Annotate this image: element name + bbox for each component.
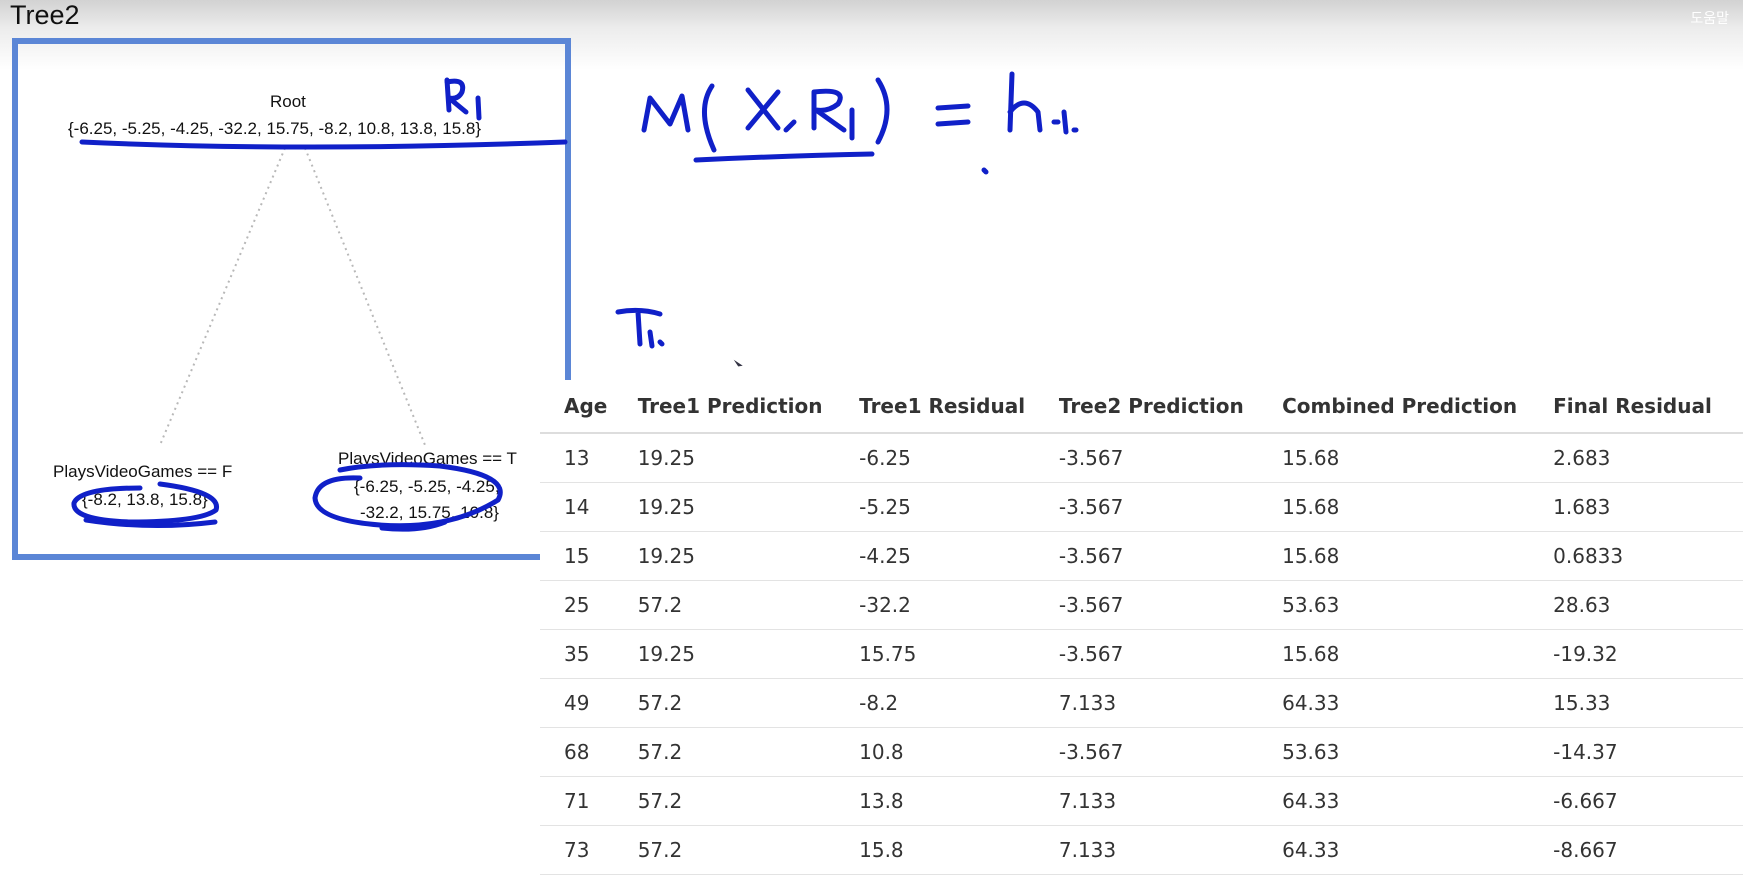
cell-tree2-prediction: -3.567 [1058,482,1283,532]
cell-tree1-prediction: 57.2 [637,727,860,777]
cell-final-residual: -19.32 [1553,629,1743,679]
header-age: Age [540,380,638,434]
cell-age: 68 [540,727,638,777]
header-combined-prediction: Combined Prediction [1282,380,1554,434]
cell-tree1-residual: -32.2 [859,580,1059,630]
table-row: 71 57.2 13.8 7.133 64.33 -6.667 [540,776,1743,826]
edge-left [159,147,286,446]
cell-tree1-residual: -5.25 [859,482,1059,532]
pen-cursor-icon [731,357,746,368]
cell-combined-prediction: 64.33 [1282,776,1554,826]
cell-final-residual: -14.37 [1553,727,1743,777]
cell-tree1-residual: -8.2 [859,678,1059,728]
cell-tree2-prediction: -3.567 [1058,433,1283,483]
formula-R [811,88,847,133]
ink-dot [981,167,989,175]
left-node-label: PlaysVideoGames == F [53,462,233,481]
cell-tree1-prediction: 19.25 [637,629,860,679]
cell-age: 71 [540,776,638,826]
cell-age: 49 [540,678,638,728]
formula-paren-close [875,77,890,145]
cell-tree1-residual: 15.8 [859,825,1059,875]
cell-tree2-prediction: -3.567 [1058,629,1283,679]
cell-age: 25 [540,580,638,630]
left-node-values: {-8.2, 13.8, 15.8} [82,490,208,509]
header-final-residual: Final Residual [1553,380,1743,434]
right-node-label: PlaysVideoGames == T [338,449,517,468]
formula-dot1 [1051,109,1079,135]
cell-tree1-prediction: 19.25 [637,531,860,581]
cell-tree2-prediction: -3.567 [1058,727,1283,777]
right-node-values-1: {-6.25, -5.25, -4.25, [354,477,500,496]
cell-final-residual: 15.33 [1553,678,1743,728]
cell-tree1-residual: 13.8 [859,776,1059,826]
cell-tree2-prediction: 7.133 [1058,678,1283,728]
cell-tree1-prediction: 57.2 [637,678,860,728]
cell-combined-prediction: 15.68 [1282,433,1554,483]
cell-tree2-prediction: 7.133 [1058,776,1283,826]
cell-age: 15 [540,531,638,581]
formula-h [1007,71,1043,133]
table-header-row: Age Tree1 Prediction Tree1 Residual Tree… [540,380,1743,434]
formula-paren-open [701,83,717,153]
table-row: 68 57.2 10.8 -3.567 53.63 -14.37 [540,727,1743,777]
header-tree1-residual: Tree1 Residual [859,380,1059,434]
cell-tree1-prediction: 57.2 [637,825,860,875]
formula-underline [693,151,875,163]
cell-tree1-residual: 15.75 [859,629,1059,679]
table-row: 73 57.2 15.8 7.133 64.33 -8.667 [540,825,1743,875]
right-node-values-2: -32.2, 15.75, 10.8} [360,503,499,522]
t1-T [615,307,663,347]
cell-combined-prediction: 64.33 [1282,825,1554,875]
table-row: 49 57.2 -8.2 7.133 64.33 15.33 [540,678,1743,728]
formula-M [641,93,691,133]
cell-combined-prediction: 64.33 [1282,678,1554,728]
formula-X [745,87,781,131]
cell-tree2-prediction: -3.567 [1058,531,1283,581]
cell-combined-prediction: 15.68 [1282,482,1554,532]
table-row: 15 19.25 -4.25 -3.567 15.68 0.6833 [540,531,1743,581]
table-row: 14 19.25 -5.25 -3.567 15.68 1.683 [540,482,1743,532]
cell-final-residual: 2.683 [1553,433,1743,483]
cell-final-residual: 1.683 [1553,482,1743,532]
cell-age: 35 [540,629,638,679]
cell-combined-prediction: 53.63 [1282,727,1554,777]
cell-combined-prediction: 53.63 [1282,580,1554,630]
cell-tree1-residual: -4.25 [859,531,1059,581]
cell-tree1-residual: -6.25 [859,433,1059,483]
table-row: 25 57.2 -32.2 -3.567 53.63 28.63 [540,580,1743,630]
cell-age: 14 [540,482,638,532]
cell-combined-prediction: 15.68 [1282,531,1554,581]
cell-tree1-prediction: 57.2 [637,580,860,630]
root-node-label: Root [270,92,306,111]
cell-tree1-residual: 10.8 [859,727,1059,777]
edge-right [304,147,426,446]
formula-comma [783,119,797,133]
cell-final-residual: -6.667 [1553,776,1743,826]
cell-tree1-prediction: 57.2 [637,776,860,826]
cell-final-residual: 28.63 [1553,580,1743,630]
cell-tree2-prediction: -3.567 [1058,580,1283,630]
table-body: 13 19.25 -6.25 -3.567 15.68 2.683 14 19.25 -5.2… [540,433,1743,875]
cell-age: 13 [540,433,638,483]
cell-tree1-prediction: 19.25 [637,482,860,532]
table-row: 35 19.25 15.75 -3.567 15.68 -19.32 [540,629,1743,679]
cell-final-residual: -8.667 [1553,825,1743,875]
formula-equals [935,103,971,127]
header-tree2-prediction: Tree2 Prediction [1058,380,1283,434]
data-table-container: Age Tree1 Prediction Tree1 Residual Tree… [540,380,1743,885]
cell-tree1-prediction: 19.25 [637,433,860,483]
table-row: 13 19.25 -6.25 -3.567 15.68 2.683 [540,433,1743,483]
t1-1 [647,329,665,349]
help-link[interactable]: 도움말 [1690,8,1729,28]
residual-table: Age Tree1 Prediction Tree1 Residual Tree… [540,380,1743,875]
cell-age: 73 [540,825,638,875]
header-tree1-prediction: Tree1 Prediction [637,380,860,434]
root-node-values: {-6.25, -5.25, -4.25, -32.2, 15.75, -8.2… [68,119,482,138]
cell-final-residual: 0.6833 [1553,531,1743,581]
cell-combined-prediction: 15.68 [1282,629,1554,679]
cell-tree2-prediction: 7.133 [1058,825,1283,875]
